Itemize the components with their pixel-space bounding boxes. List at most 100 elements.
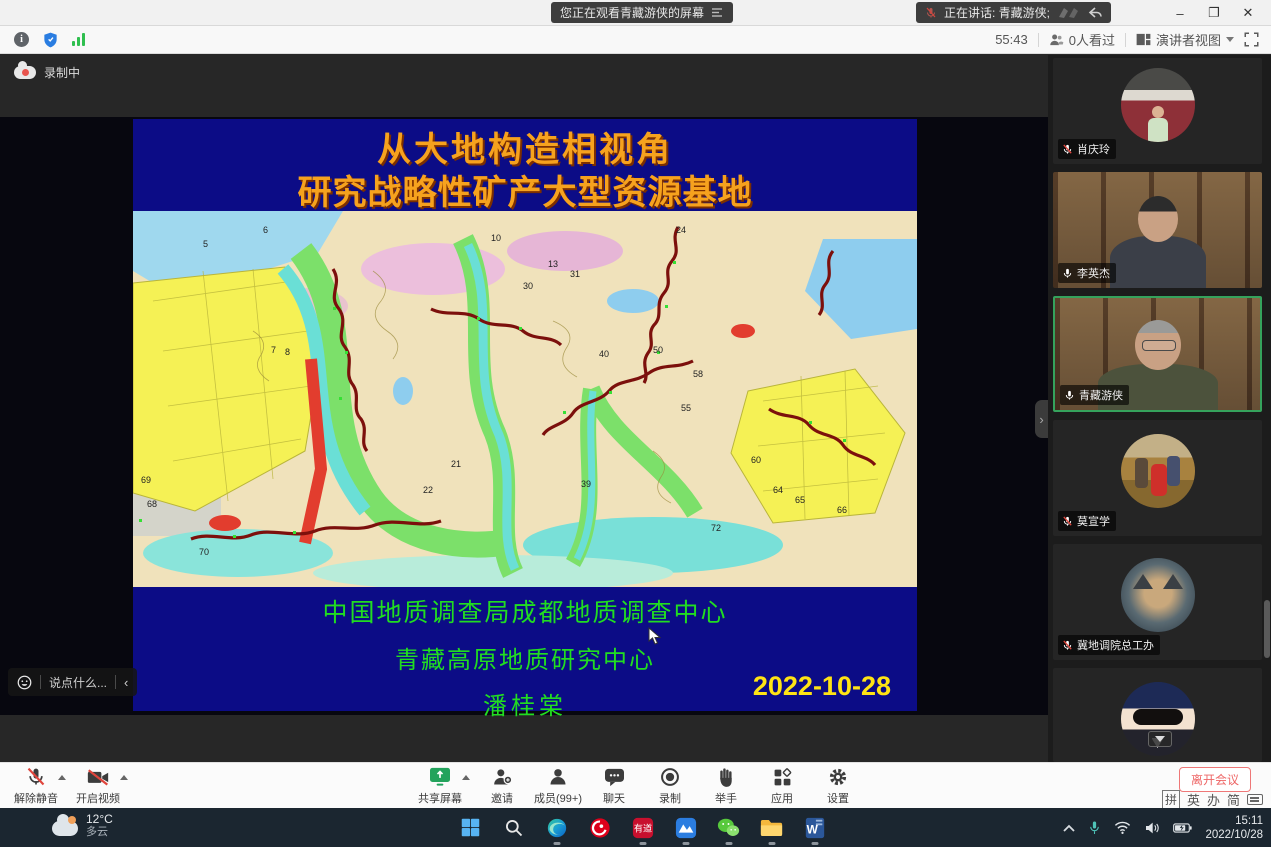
mic-muted-icon [1062, 516, 1073, 527]
edge-browser-icon[interactable] [544, 815, 569, 840]
view-mode-caret-icon [1226, 37, 1234, 42]
slide-title-line1: 从大地构造相视角 [133, 129, 917, 172]
participant-tile-3[interactable]: 青藏游侠 [1053, 296, 1262, 412]
chat-button[interactable]: 聊天 [586, 766, 642, 806]
maximize-button[interactable]: ❐ [1197, 0, 1231, 26]
start-button[interactable] [458, 815, 483, 840]
collapse-chat-icon[interactable]: ‹ [124, 675, 128, 690]
quick-chat-bar[interactable]: 说点什么... ‹ [8, 668, 137, 696]
emoji-icon[interactable] [17, 675, 32, 690]
search-icon[interactable] [501, 815, 526, 840]
close-button[interactable]: ✕ [1231, 0, 1265, 26]
participant-avatar [1121, 68, 1195, 142]
ime-mode-indicator[interactable]: 拼 [1162, 790, 1180, 809]
tray-mic-icon[interactable] [1088, 820, 1101, 836]
chat-input-placeholder[interactable]: 说点什么... [49, 674, 107, 691]
participant-tile-1[interactable]: 肖庆玲 [1053, 58, 1262, 164]
file-explorer-icon[interactable] [759, 815, 784, 840]
weather-widget[interactable]: 12°C 多云 [52, 812, 113, 839]
youdao-dict-icon[interactable]: 有道 [630, 815, 655, 840]
invite-button[interactable]: 邀请 [474, 766, 530, 806]
recording-label: 录制中 [44, 64, 80, 81]
fullscreen-icon[interactable] [1244, 32, 1259, 47]
video-options-chevron[interactable] [120, 775, 128, 780]
watching-banner-text: 您正在观看青藏游侠的屏幕 [560, 4, 704, 21]
word-icon[interactable]: W [802, 815, 827, 840]
raise-hand-button[interactable]: 举手 [698, 766, 754, 806]
netease-music-icon[interactable] [587, 815, 612, 840]
collapse-videos-button[interactable] [1148, 731, 1172, 747]
participant-tile-5[interactable]: 冀地调院总工办 [1053, 544, 1262, 660]
participant-name: 冀地调院总工办 [1077, 637, 1154, 653]
participant-tile-6[interactable] [1053, 668, 1262, 762]
svg-text:有道: 有道 [633, 822, 651, 833]
world-map-svg: 5678101324313040505855212239606465666968… [133, 211, 917, 587]
svg-text:58: 58 [693, 369, 703, 379]
voov-meeting-icon[interactable] [673, 815, 698, 840]
wifi-icon[interactable] [1114, 821, 1131, 834]
camera-off-icon [87, 766, 109, 788]
battery-icon[interactable] [1173, 822, 1192, 834]
members-button[interactable]: 成员(99+) [530, 766, 586, 806]
reaction-hands-icon[interactable] [1057, 6, 1081, 19]
start-video-button[interactable]: 开启视频 [70, 766, 126, 806]
participant-name: 肖庆玲 [1077, 141, 1110, 157]
svg-text:70: 70 [199, 547, 209, 557]
participants-sidebar: 肖庆玲 李英杰 青藏游侠 莫宣学 [1048, 55, 1271, 762]
ime-simplified-toggle[interactable]: 简 [1227, 790, 1240, 809]
participant-tile-4[interactable]: 莫宣学 [1053, 420, 1262, 536]
viewers-count[interactable]: 0人看过 [1049, 30, 1115, 49]
ime-keyboard-icon[interactable] [1247, 794, 1263, 805]
svg-text:5: 5 [203, 239, 208, 249]
share-screen-button[interactable]: 共享屏幕 [412, 766, 468, 806]
viewers-count-text: 0人看过 [1069, 30, 1115, 49]
mic-options-chevron[interactable] [58, 775, 66, 780]
record-label: 录制 [659, 790, 681, 806]
record-button[interactable]: 录制 [642, 766, 698, 806]
svg-text:66: 66 [837, 505, 847, 515]
invite-icon [492, 766, 513, 788]
meeting-toolbar: 解除静音 开启视频 共享屏幕 [0, 762, 1271, 808]
annotation-menu-icon[interactable] [711, 7, 724, 18]
muted-mic-icon [925, 7, 937, 19]
slide-org-line1: 中国地质调查局成都地质调查中心 [133, 593, 917, 629]
weather-condition: 多云 [86, 826, 113, 839]
mic-on-icon [1062, 268, 1073, 279]
participant-name-badge: 冀地调院总工办 [1058, 635, 1160, 655]
settings-button[interactable]: 设置 [810, 766, 866, 806]
svg-text:72: 72 [711, 523, 721, 533]
speaking-banner-text: 正在讲话: 青藏游侠; [944, 4, 1050, 21]
scrollbar-thumb[interactable] [1264, 600, 1270, 658]
share-options-chevron[interactable] [462, 775, 470, 780]
meeting-timer: 55:43 [995, 32, 1028, 47]
security-shield-icon[interactable] [43, 32, 58, 48]
slide-title-line2: 研究战略性矿产大型资源基地 [133, 172, 917, 215]
meeting-info-icon[interactable]: i [14, 32, 29, 47]
ime-english-toggle[interactable]: 英 [1187, 790, 1200, 809]
taskbar-clock[interactable]: 15:11 2022/10/28 [1205, 814, 1263, 842]
leave-meeting-button[interactable]: 离开会议 [1179, 767, 1251, 792]
members-label: 成员(99+) [534, 790, 582, 806]
volume-icon[interactable] [1144, 821, 1160, 835]
meeting-app-window: 您正在观看青藏游侠的屏幕 正在讲话: 青藏游侠; – ❐ ✕ i [0, 0, 1271, 847]
participant-tile-2[interactable]: 李英杰 [1053, 172, 1262, 288]
ime-item[interactable]: 办 [1207, 790, 1220, 809]
sidebar-collapse-handle[interactable]: › [1035, 400, 1048, 438]
tray-expand-chevron[interactable] [1063, 824, 1075, 832]
mouse-cursor [648, 627, 661, 645]
reply-arrow-icon[interactable] [1088, 7, 1102, 19]
svg-text:60: 60 [751, 455, 761, 465]
minimize-button[interactable]: – [1163, 0, 1197, 26]
network-signal-icon[interactable] [72, 33, 85, 46]
svg-text:39: 39 [581, 479, 591, 489]
record-icon [660, 766, 680, 788]
sidebar-scrollbar[interactable] [1264, 55, 1270, 762]
view-mode-selector[interactable]: 演讲者视图 [1136, 30, 1234, 49]
wechat-icon[interactable] [716, 815, 741, 840]
participant-name: 青藏游侠 [1079, 387, 1123, 403]
ime-toolbar[interactable]: 拼 英 办 简 [1162, 790, 1263, 809]
apps-button[interactable]: 应用 [754, 766, 810, 806]
unmute-button[interactable]: 解除静音 [8, 766, 64, 806]
apps-label: 应用 [771, 790, 793, 806]
start-video-label: 开启视频 [76, 790, 120, 806]
